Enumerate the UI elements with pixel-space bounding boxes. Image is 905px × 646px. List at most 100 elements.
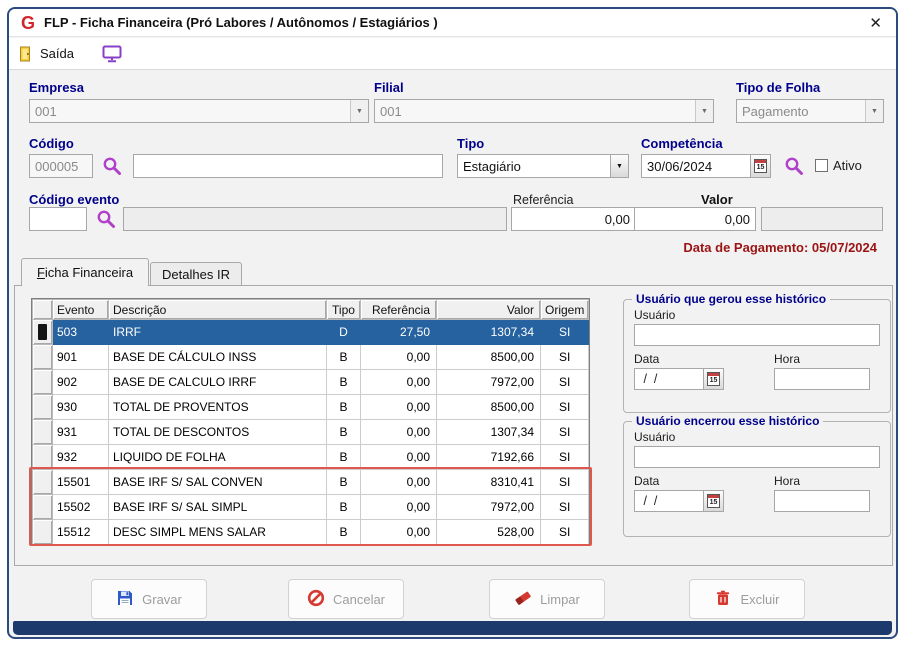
column-header-3[interactable]: Tipo <box>326 299 361 320</box>
column-header-5[interactable]: Valor <box>436 299 541 320</box>
cell-origem[interactable]: SI <box>539 319 590 345</box>
cell-origem[interactable]: SI <box>539 469 590 495</box>
row-indicator[interactable] <box>32 369 53 395</box>
cell-descricao[interactable]: DESC SIMPL MENS SALAR <box>108 519 327 545</box>
cell-descricao[interactable]: BASE IRF S/ SAL CONVEN <box>108 469 327 495</box>
cell-referencia[interactable]: 0,00 <box>360 394 437 420</box>
excluir-button[interactable]: Excluir <box>689 579 805 619</box>
cell-evento[interactable]: 901 <box>52 344 109 370</box>
cell-evento[interactable]: 932 <box>52 444 109 470</box>
gravar-button[interactable]: Gravar <box>91 579 207 619</box>
empresa-combobox[interactable]: 001 ▼ <box>29 99 369 123</box>
cell-origem[interactable]: SI <box>539 394 590 420</box>
row-indicator[interactable] <box>32 469 53 495</box>
cell-descricao[interactable]: BASE IRF S/ SAL SIMPL <box>108 494 327 520</box>
cell-origem[interactable]: SI <box>539 494 590 520</box>
monitor-icon[interactable] <box>102 45 122 63</box>
cell-valor[interactable]: 8500,00 <box>436 344 541 370</box>
row-indicator[interactable] <box>32 519 53 545</box>
grid-row-932[interactable]: 932 LIQUIDO DE FOLHA B 0,00 7192,66 SI <box>32 444 590 470</box>
cell-tipo[interactable]: B <box>326 369 361 395</box>
column-header-2[interactable]: Descrição <box>108 299 327 320</box>
cell-tipo[interactable]: B <box>326 394 361 420</box>
chevron-down-icon[interactable]: ▼ <box>865 100 883 122</box>
row-indicator[interactable] <box>32 319 53 345</box>
hora-gerou-input[interactable] <box>774 368 870 390</box>
cell-evento[interactable]: 503 <box>52 319 109 345</box>
calendar-button[interactable]: 15 <box>750 155 770 177</box>
tipo-folha-combobox[interactable]: Pagamento ▼ <box>736 99 884 123</box>
codigo-evento-descricao[interactable] <box>123 207 507 231</box>
cell-tipo[interactable]: D <box>326 319 361 345</box>
chevron-down-icon[interactable]: ▼ <box>350 100 368 122</box>
grid-row-901[interactable]: 901 BASE DE CÁLCULO INSS B 0,00 8500,00 SI <box>32 344 590 370</box>
cell-tipo[interactable]: B <box>326 494 361 520</box>
data-gerou-field[interactable]: / / 15 <box>634 368 724 390</box>
cell-evento[interactable]: 930 <box>52 394 109 420</box>
cell-referencia[interactable]: 0,00 <box>360 444 437 470</box>
search-icon[interactable] <box>102 156 122 176</box>
cell-evento[interactable]: 15512 <box>52 519 109 545</box>
codigo-input[interactable] <box>29 154 93 178</box>
grid-row-15501[interactable]: 15501 BASE IRF S/ SAL CONVEN B 0,00 8310,41 S… <box>32 469 590 495</box>
competencia-field[interactable]: 30/06/2024 15 <box>641 154 771 178</box>
cell-valor[interactable]: 1307,34 <box>436 319 541 345</box>
cell-tipo[interactable]: B <box>326 344 361 370</box>
limpar-button[interactable]: Limpar <box>489 579 605 619</box>
cell-origem[interactable]: SI <box>539 444 590 470</box>
grid-row-15502[interactable]: 15502 BASE IRF S/ SAL SIMPL B 0,00 7972,00 SI <box>32 494 590 520</box>
column-header-1[interactable]: Evento <box>52 299 109 320</box>
cell-referencia[interactable]: 0,00 <box>360 469 437 495</box>
valor-extra-field[interactable] <box>761 207 883 231</box>
cell-referencia[interactable]: 0,00 <box>360 369 437 395</box>
cell-valor[interactable]: 7972,00 <box>436 494 541 520</box>
cell-evento[interactable]: 931 <box>52 419 109 445</box>
tipo-combobox[interactable]: Estagiário ▼ <box>457 154 629 178</box>
cell-valor[interactable]: 8500,00 <box>436 394 541 420</box>
row-indicator[interactable] <box>32 394 53 420</box>
ativo-checkbox[interactable] <box>815 159 828 172</box>
cell-evento[interactable]: 15502 <box>52 494 109 520</box>
grid-row-930[interactable]: 930 TOTAL DE PROVENTOS B 0,00 8500,00 SI <box>32 394 590 420</box>
cell-valor[interactable]: 1307,34 <box>436 419 541 445</box>
grid-row-503[interactable]: 503 IRRF D 27,50 1307,34 SI <box>32 319 590 345</box>
tab-detalhes-ir[interactable]: Detalhes IR <box>150 262 242 285</box>
close-icon[interactable]: ✕ <box>869 14 882 32</box>
grid-row-902[interactable]: 902 BASE DE CALCULO IRRF B 0,00 7972,00 SI <box>32 369 590 395</box>
cell-descricao[interactable]: TOTAL DE PROVENTOS <box>108 394 327 420</box>
cell-evento[interactable]: 15501 <box>52 469 109 495</box>
cell-valor[interactable]: 528,00 <box>436 519 541 545</box>
calendar-button[interactable]: 15 <box>703 369 723 389</box>
cell-origem[interactable]: SI <box>539 519 590 545</box>
column-header-6[interactable]: Origem <box>539 299 590 320</box>
row-indicator[interactable] <box>32 494 53 520</box>
hora-encerrou-input[interactable] <box>774 490 870 512</box>
cell-valor[interactable]: 7192,66 <box>436 444 541 470</box>
grid-row-15512[interactable]: 15512 DESC SIMPL MENS SALAR B 0,00 528,00 SI <box>32 519 590 545</box>
cell-referencia[interactable]: 0,00 <box>360 419 437 445</box>
cell-tipo[interactable]: B <box>326 444 361 470</box>
cell-tipo[interactable]: B <box>326 519 361 545</box>
search-icon[interactable] <box>784 156 804 176</box>
cancelar-button[interactable]: Cancelar <box>288 579 404 619</box>
row-indicator[interactable] <box>32 444 53 470</box>
grid-row-931[interactable]: 931 TOTAL DE DESCONTOS B 0,00 1307,34 SI <box>32 419 590 445</box>
cell-referencia[interactable]: 0,00 <box>360 519 437 545</box>
cell-valor[interactable]: 7972,00 <box>436 369 541 395</box>
cell-referencia[interactable]: 0,00 <box>360 344 437 370</box>
chevron-down-icon[interactable]: ▼ <box>610 155 628 177</box>
cell-tipo[interactable]: B <box>326 469 361 495</box>
exit-button[interactable]: Saída <box>19 46 74 62</box>
column-header-4[interactable]: Referência <box>360 299 437 320</box>
tab-ficha-financeira[interactable]: Ficha Financeira <box>21 258 149 286</box>
codigo-nome-input[interactable] <box>133 154 443 178</box>
cell-origem[interactable]: SI <box>539 344 590 370</box>
cell-referencia[interactable]: 27,50 <box>360 319 437 345</box>
chevron-down-icon[interactable]: ▼ <box>695 100 713 122</box>
row-indicator[interactable] <box>32 344 53 370</box>
cell-referencia[interactable]: 0,00 <box>360 494 437 520</box>
cell-valor[interactable]: 8310,41 <box>436 469 541 495</box>
cell-descricao[interactable]: BASE DE CALCULO IRRF <box>108 369 327 395</box>
row-indicator[interactable] <box>32 419 53 445</box>
cell-evento[interactable]: 902 <box>52 369 109 395</box>
